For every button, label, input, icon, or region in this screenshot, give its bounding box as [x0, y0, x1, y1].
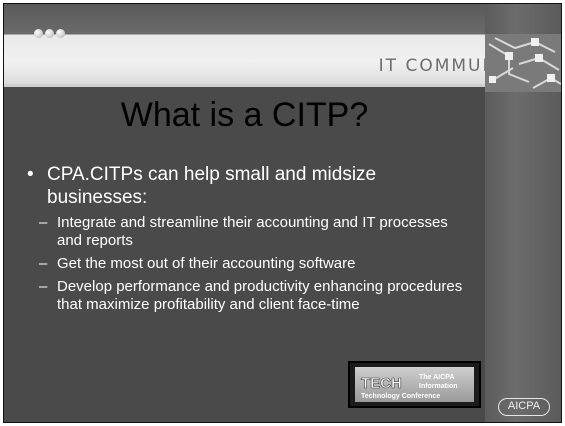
dash-marker: –	[39, 214, 48, 231]
dot-icon	[34, 29, 43, 38]
subpoint-text: Integrate and streamline their accountin…	[57, 214, 448, 249]
slide: IT COMMUNITY What is a CITP? • CPA.CITPs…	[3, 3, 562, 423]
dash-marker: –	[39, 278, 48, 295]
tech-logo-word: TECH	[361, 375, 402, 392]
subpoint-item: – Develop performance and productivity e…	[39, 278, 472, 314]
subpoint-list: – Integrate and streamline their account…	[39, 214, 472, 314]
slide-content: • CPA.CITPs can help small and midsize b…	[27, 163, 472, 319]
tech-conference-logo: TECH The AICPA Information Technology Co…	[348, 361, 481, 408]
tech-logo-text: TECH The AICPA Information Technology Co…	[361, 374, 458, 400]
header-divider	[4, 84, 485, 87]
bullet-marker: •	[27, 164, 34, 185]
subpoint-text: Get the most out of their accounting sof…	[57, 255, 356, 272]
window-dots-icon	[34, 29, 65, 38]
subpoint-item: – Get the most out of their accounting s…	[39, 255, 472, 273]
tech-logo-line2: Information	[419, 383, 458, 390]
bullet-text: CPA.CITPs can help small and midsize bus…	[47, 164, 377, 208]
subpoint-item: – Integrate and streamline their account…	[39, 214, 472, 250]
dash-marker: –	[39, 255, 48, 272]
slide-title: What is a CITP?	[120, 96, 369, 134]
dot-icon	[56, 29, 65, 38]
tech-logo-line1: The AICPA	[419, 374, 454, 381]
circuit-board-icon	[485, 34, 561, 92]
tech-logo-line3: Technology Conference	[361, 393, 440, 400]
dot-icon	[45, 29, 54, 38]
aicpa-logo: AICPA	[498, 398, 550, 416]
subpoint-text: Develop performance and productivity enh…	[57, 278, 463, 313]
bullet-item: • CPA.CITPs can help small and midsize b…	[27, 163, 472, 209]
